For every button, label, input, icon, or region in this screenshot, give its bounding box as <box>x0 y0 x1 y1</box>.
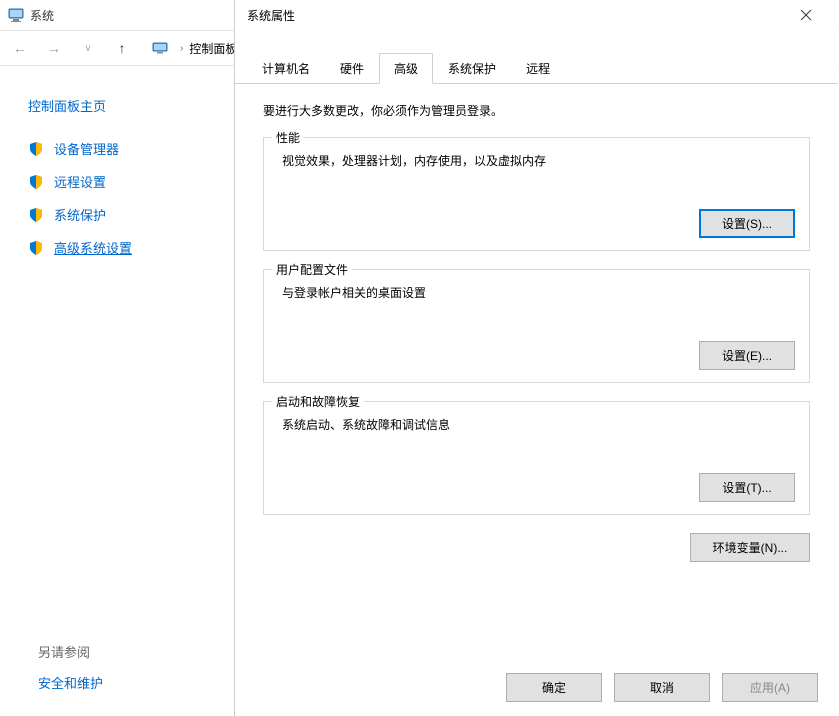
up-button[interactable]: ↑ <box>112 38 132 58</box>
tab-advanced[interactable]: 高级 <box>379 53 433 84</box>
sidebar-item-label[interactable]: 设备管理器 <box>54 139 119 158</box>
see-also-link[interactable]: 安全和维护 <box>38 673 103 692</box>
breadcrumb-item[interactable]: 控制面板 <box>189 40 237 57</box>
sidebar: 控制面板主页 设备管理器 远程设置 系统保护 高级系统设置 <box>28 96 132 271</box>
tab-protection[interactable]: 系统保护 <box>433 53 511 84</box>
sidebar-item-remote[interactable]: 远程设置 <box>28 172 132 191</box>
sidebar-item-label[interactable]: 远程设置 <box>54 172 106 191</box>
user-profiles-settings-button[interactable]: 设置(E)... <box>699 341 795 370</box>
group-description: 与登录帐户相关的桌面设置 <box>282 284 795 301</box>
ok-button[interactable]: 确定 <box>506 673 602 702</box>
performance-group: 性能 视觉效果，处理器计划，内存使用，以及虚拟内存 设置(S)... <box>263 137 810 251</box>
admin-note: 要进行大多数更改，你必须作为管理员登录。 <box>263 102 810 119</box>
cancel-button[interactable]: 取消 <box>614 673 710 702</box>
computer-icon <box>8 7 24 23</box>
sidebar-item-advanced[interactable]: 高级系统设置 <box>28 238 132 257</box>
tab-remote[interactable]: 远程 <box>511 53 565 84</box>
window-title: 系统 <box>30 7 54 24</box>
group-description: 系统启动、系统故障和调试信息 <box>282 416 795 433</box>
performance-settings-button[interactable]: 设置(S)... <box>699 209 795 238</box>
shield-icon <box>28 174 44 190</box>
sidebar-item-label[interactable]: 高级系统设置 <box>54 238 132 257</box>
startup-recovery-settings-button[interactable]: 设置(T)... <box>699 473 795 502</box>
chevron-right-icon: › <box>180 43 183 54</box>
close-button[interactable] <box>786 1 826 29</box>
tab-computer-name[interactable]: 计算机名 <box>247 53 325 84</box>
env-row: 环境变量(N)... <box>263 533 810 562</box>
group-legend: 启动和故障恢复 <box>272 393 364 410</box>
system-properties-dialog: 系统属性 计算机名 硬件 高级 系统保护 远程 要进行大多数更改，你必须作为管理… <box>234 0 838 716</box>
user-profiles-group: 用户配置文件 与登录帐户相关的桌面设置 设置(E)... <box>263 269 810 383</box>
dialog-button-row: 确定 取消 应用(A) <box>506 673 818 702</box>
forward-button[interactable]: → <box>44 38 64 58</box>
recent-dropdown[interactable]: v <box>78 38 98 58</box>
computer-icon <box>152 42 168 54</box>
dialog-body: 要进行大多数更改，你必须作为管理员登录。 性能 视觉效果，处理器计划，内存使用，… <box>235 84 838 580</box>
shield-icon <box>28 141 44 157</box>
startup-recovery-group: 启动和故障恢复 系统启动、系统故障和调试信息 设置(T)... <box>263 401 810 515</box>
sidebar-item-label[interactable]: 系统保护 <box>54 205 106 224</box>
see-also-section: 另请参阅 安全和维护 <box>38 642 103 692</box>
group-legend: 性能 <box>272 129 304 146</box>
shield-icon <box>28 207 44 223</box>
dialog-titlebar: 系统属性 <box>235 0 838 30</box>
tab-bar: 计算机名 硬件 高级 系统保护 远程 <box>235 52 838 84</box>
sidebar-home-link[interactable]: 控制面板主页 <box>28 96 132 115</box>
address-bar[interactable]: › 控制面板 <box>152 40 237 57</box>
environment-variables-button[interactable]: 环境变量(N)... <box>690 533 810 562</box>
group-description: 视觉效果，处理器计划，内存使用，以及虚拟内存 <box>282 152 795 169</box>
dialog-title: 系统属性 <box>247 7 295 24</box>
back-button[interactable]: ← <box>10 38 30 58</box>
apply-button[interactable]: 应用(A) <box>722 673 818 702</box>
group-legend: 用户配置文件 <box>272 261 352 278</box>
sidebar-item-protection[interactable]: 系统保护 <box>28 205 132 224</box>
tab-hardware[interactable]: 硬件 <box>325 53 379 84</box>
sidebar-item-device-manager[interactable]: 设备管理器 <box>28 139 132 158</box>
see-also-header: 另请参阅 <box>38 642 103 661</box>
shield-icon <box>28 240 44 256</box>
close-icon <box>800 9 812 21</box>
